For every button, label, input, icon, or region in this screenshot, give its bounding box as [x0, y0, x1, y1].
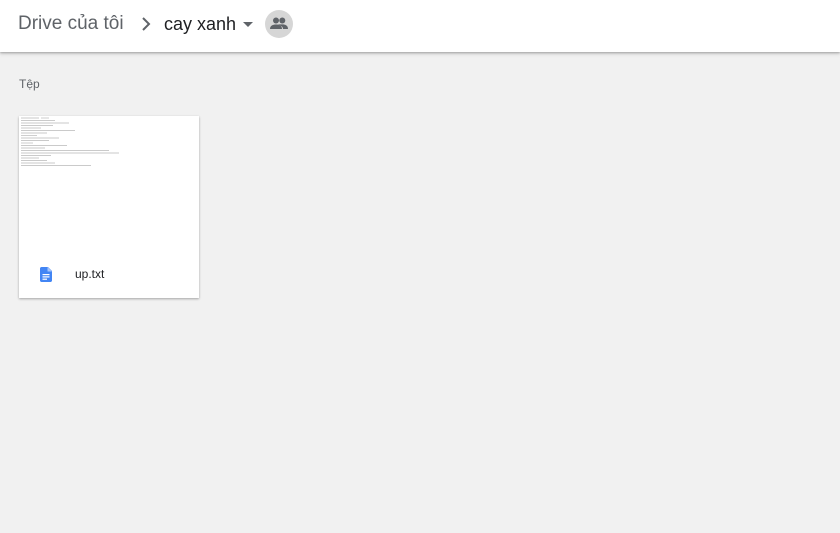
breadcrumb-root[interactable]: Drive của tôi [18, 12, 124, 36]
top-bar: Drive của tôi cay xanh [0, 0, 840, 52]
file-card[interactable]: up.txt [19, 116, 199, 298]
arrow-drop-down-icon[interactable] [242, 21, 254, 29]
file-preview-thumbnail [21, 117, 119, 166]
file-card-footer: up.txt [19, 252, 199, 298]
chevron-right-icon [142, 17, 151, 31]
files-section-title: Tệp [19, 77, 40, 91]
shared-folder-button[interactable] [265, 10, 293, 38]
document-icon [40, 267, 52, 282]
breadcrumb-current-folder[interactable]: cay xanh [164, 12, 236, 36]
people-icon [270, 17, 288, 29]
file-name: up.txt [75, 267, 105, 281]
